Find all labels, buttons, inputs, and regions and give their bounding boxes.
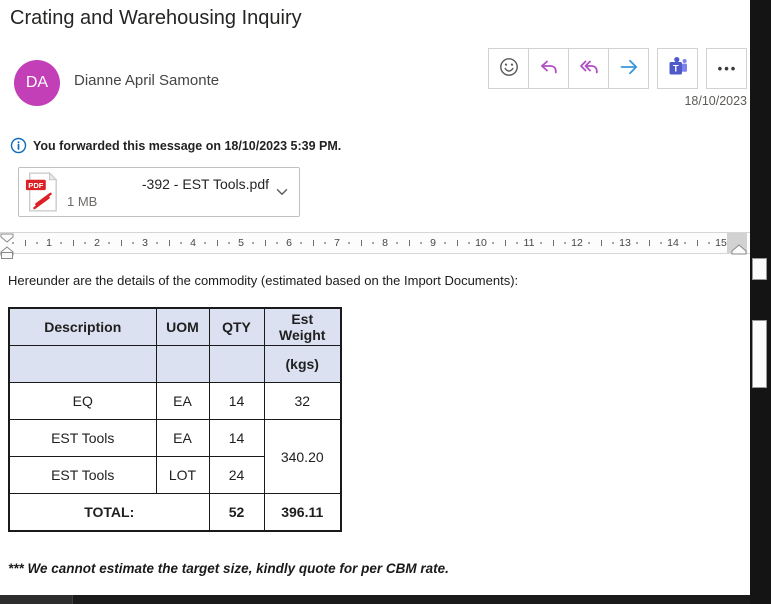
email-subject: Crating and Warehousing Inquiry — [10, 7, 302, 29]
cell-qty: 14 — [208, 382, 265, 420]
scrollbar-button[interactable] — [752, 258, 767, 280]
pdf-file-icon: PDF — [25, 172, 59, 212]
smiley-face-icon — [497, 55, 521, 82]
svg-text:T: T — [672, 64, 678, 75]
scrollbar-thumb[interactable] — [752, 320, 767, 388]
svg-text:PDF: PDF — [28, 181, 43, 190]
commodity-table: Description UOM QTY Est Weight (kgs) EQ … — [8, 307, 342, 532]
more-actions-button[interactable]: ••• — [706, 48, 747, 89]
cell-uom: LOT — [155, 456, 210, 494]
sender-name[interactable]: Dianne April Samonte — [74, 72, 219, 89]
right-edge-bar — [750, 0, 771, 604]
reply-button[interactable] — [528, 48, 569, 89]
subheader-cell — [208, 345, 265, 383]
reply-all-arrow-icon — [577, 55, 601, 82]
header-uom: UOM — [155, 307, 210, 346]
message-date: 18/10/2023 — [684, 94, 747, 108]
table-subheader-row: (kgs) — [8, 345, 342, 383]
cell-weight: 32 — [263, 382, 342, 420]
total-weight: 396.11 — [263, 493, 342, 532]
total-qty: 52 — [208, 493, 265, 532]
bottom-edge-bar — [0, 595, 750, 604]
table-total-row: TOTAL: 52 396.11 — [8, 493, 342, 532]
attachment-card[interactable]: PDF -392 - EST Tools.pdf 1 MB — [18, 167, 300, 217]
header-qty: QTY — [208, 307, 265, 346]
cell-weight-merged: 340.20 — [263, 419, 342, 494]
cell-description: EST Tools — [8, 419, 157, 457]
header-est-weight: Est Weight — [263, 307, 342, 346]
right-indent-marker[interactable] — [731, 242, 747, 260]
total-label: TOTAL: — [8, 493, 210, 532]
forward-button[interactable] — [608, 48, 649, 89]
bottom-edge-bar-left — [0, 595, 73, 604]
ellipsis-icon: ••• — [717, 61, 738, 76]
cell-qty: 14 — [208, 419, 265, 457]
chevron-down-icon — [273, 183, 291, 201]
table-row: EST Tools EA 14 340.20 — [8, 419, 342, 494]
forward-arrow-icon — [617, 55, 641, 82]
table-header-row: Description UOM QTY Est Weight — [8, 307, 342, 346]
attachment-size: 1 MB — [67, 193, 98, 209]
subheader-kgs: (kgs) — [263, 345, 342, 383]
left-indent-marker[interactable] — [1, 252, 13, 259]
reply-arrow-icon — [537, 55, 561, 82]
outlook-reading-pane: Crating and Warehousing Inquiry DA Diann… — [0, 0, 771, 604]
share-to-teams-icon: T — [666, 55, 690, 82]
attachment-filename: -392 - EST Tools.pdf — [141, 175, 269, 192]
message-toolbar: T ••• — [488, 48, 747, 89]
add-reaction-button[interactable] — [488, 48, 529, 89]
info-circle-icon — [10, 137, 27, 154]
cell-description: EST Tools — [8, 456, 157, 494]
subheader-cell — [155, 345, 210, 383]
header-description: Description — [8, 307, 157, 346]
attachment-meta: -392 - EST Tools.pdf 1 MB — [59, 176, 269, 209]
attachment-options-button[interactable] — [269, 172, 295, 212]
body-note-text: *** We cannot estimate the target size, … — [8, 561, 449, 576]
cell-uom: EA — [155, 419, 210, 457]
subheader-cell — [8, 345, 157, 383]
avatar[interactable]: DA — [14, 60, 60, 106]
share-to-teams-button[interactable]: T — [657, 48, 698, 89]
cell-qty: 24 — [208, 456, 265, 494]
forward-notice-text: You forwarded this message on 18/10/2023… — [33, 138, 342, 153]
table-row: EQ EA 14 32 — [8, 382, 342, 420]
cell-description: EQ — [8, 382, 157, 420]
reply-all-button[interactable] — [568, 48, 609, 89]
body-intro-text: Hereunder are the details of the commodi… — [8, 273, 519, 288]
ruler-ticks: 1 2 3 4 5 6 7 8 9 10 11 12 13 14 15 — [7, 232, 751, 254]
avatar-initials: DA — [25, 74, 49, 91]
cell-uom: EA — [155, 382, 210, 420]
forward-notice: You forwarded this message on 18/10/2023… — [10, 137, 341, 154]
reply-button-group — [488, 48, 649, 89]
